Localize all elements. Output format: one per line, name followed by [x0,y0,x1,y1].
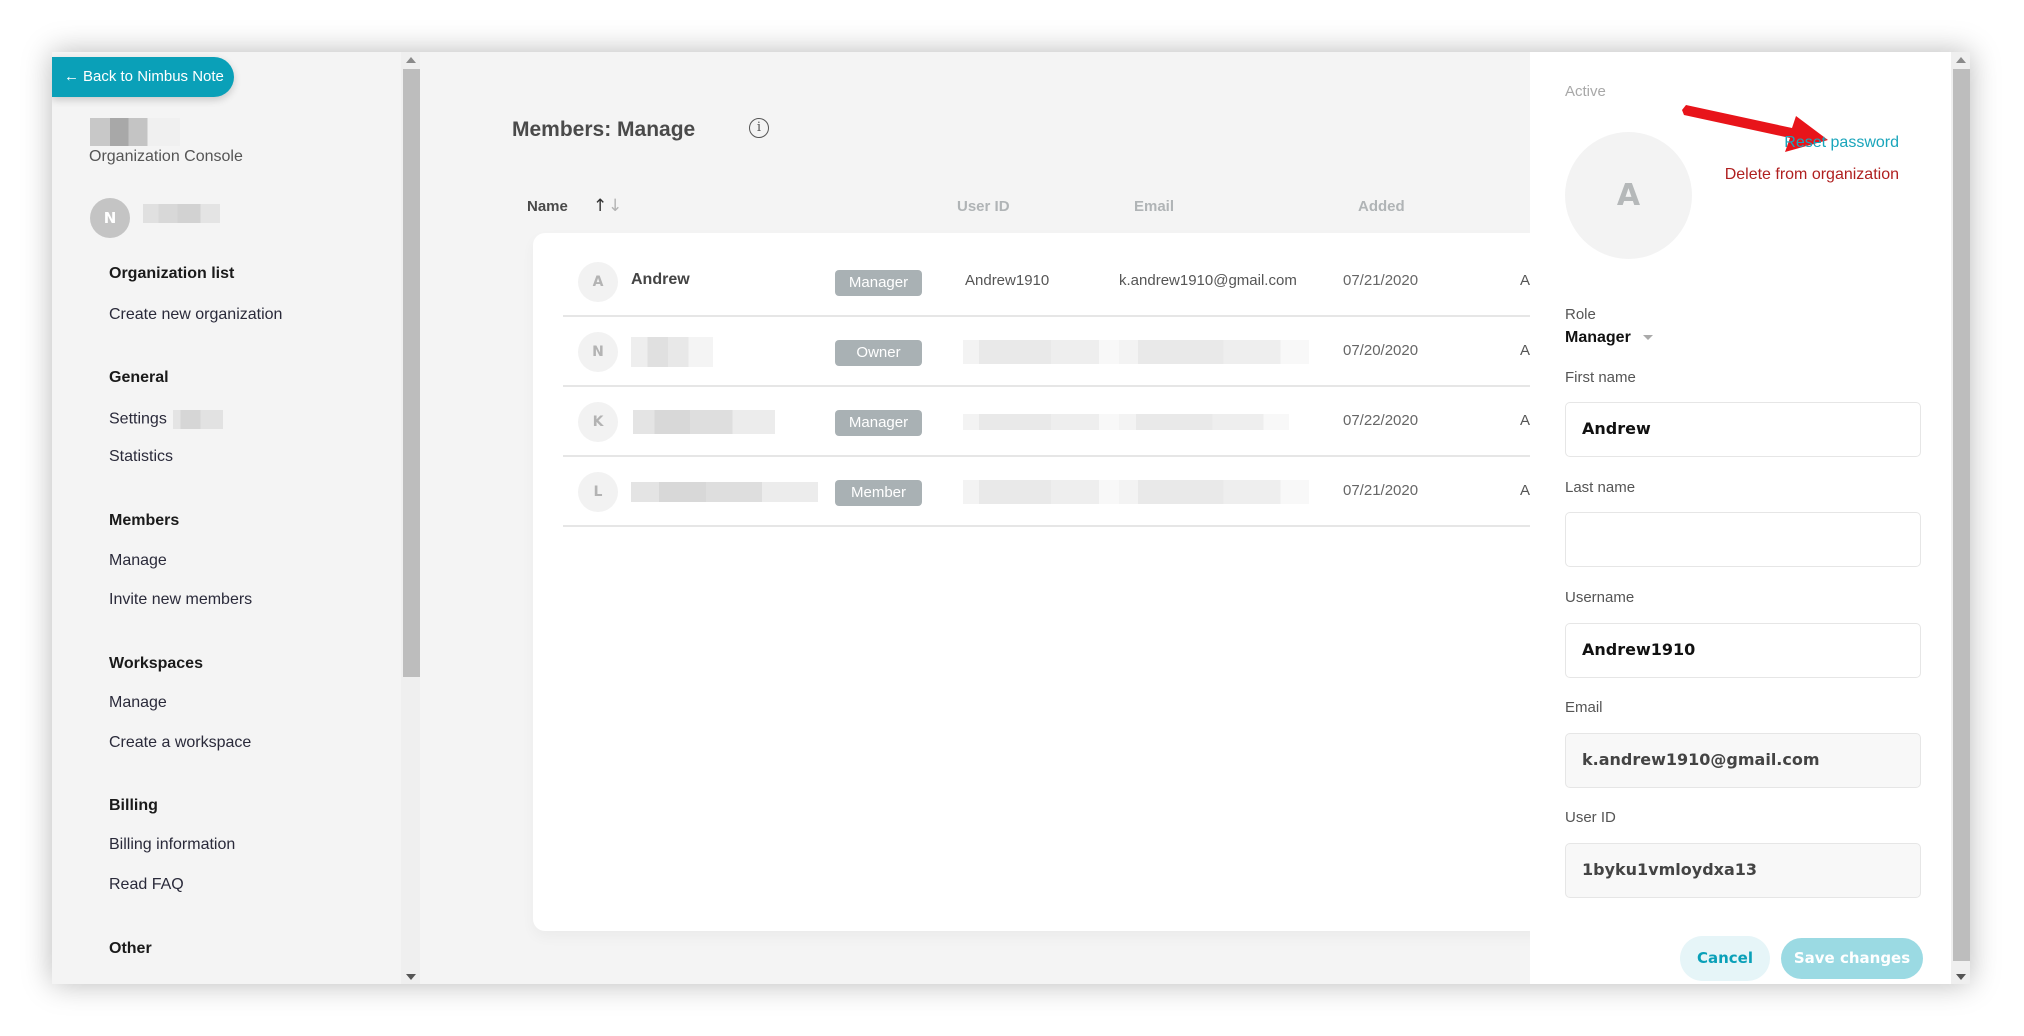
back-to-nimbus-note-button[interactable]: ← Back to Nimbus Note [52,57,234,97]
sort-ascending-icon[interactable]: ↑ [593,196,607,216]
user-id-field: 1byku1vmloydxa13 [1565,843,1921,898]
user-id-label: User ID [1565,809,1616,826]
member-email-redacted [1119,480,1309,504]
member-name-redacted [631,482,818,502]
role-dropdown-value: Manager [1565,329,1631,346]
main-content: Members: Manage i Name ↑ ↓ User ID Email… [420,52,1900,984]
user-avatar[interactable]: N [90,198,130,238]
nav-heading-workspaces: Workspaces [109,655,203,672]
table-row[interactable]: A Andrew Manager Andrew1910 k.andrew1910… [563,247,1643,317]
nav-item-settings[interactable]: Settings [109,410,223,429]
role-badge: Manager [835,410,922,436]
member-email-redacted [1119,340,1309,364]
member-user-id-redacted [963,480,1123,504]
last-name-label: Last name [1565,479,1636,496]
last-name-field[interactable] [1565,512,1921,567]
sidebar-scrollbar-thumb[interactable] [403,69,420,677]
table-row[interactable]: N Owner 07/20/2020 Active [563,317,1643,387]
role-label: Role [1565,306,1596,323]
user-name-redacted [143,204,220,223]
nav-item-billing-information[interactable]: Billing information [109,836,235,854]
column-header-email: Email [1134,198,1175,215]
username-field[interactable]: Andrew1910 [1565,623,1921,678]
member-added-date: 07/21/2020 [1343,482,1419,499]
nav-item-settings-label: Settings [109,410,167,428]
member-name: Andrew [631,271,690,288]
organization-console-label: Organization Console [89,148,243,165]
arrow-left-icon: ← [64,68,79,85]
email-label: Email [1565,699,1603,716]
member-email: k.andrew1910@gmail.com [1119,272,1297,289]
nav-item-workspaces-manage[interactable]: Manage [109,694,167,712]
table-row[interactable]: L Member 07/21/2020 Active [563,457,1643,527]
organization-logo [90,118,180,146]
nav-item-statistics[interactable]: Statistics [109,448,173,466]
nav-heading-members: Members [109,512,180,529]
scroll-down-icon[interactable] [406,974,416,980]
info-icon[interactable]: i [749,118,769,138]
settings-redacted [172,410,223,429]
member-avatar: N [578,332,618,372]
nav-heading-organization-list[interactable]: Organization list [109,265,234,283]
nav-heading-general: General [109,369,169,386]
member-avatar-large: A [1565,132,1692,259]
sidebar-scrollbar[interactable] [401,52,420,984]
scroll-up-icon[interactable] [1956,57,1966,63]
first-name-field[interactable]: Andrew [1565,402,1921,457]
member-avatar: A [578,262,618,302]
cancel-button[interactable]: Cancel [1680,936,1770,981]
members-table: A Andrew Manager Andrew1910 k.andrew1910… [533,233,1643,931]
member-avatar: K [578,402,618,442]
member-added-date: 07/20/2020 [1343,342,1419,359]
member-added-date: 07/21/2020 [1343,272,1419,289]
first-name-label: First name [1565,369,1636,386]
member-user-id-redacted [963,414,1123,430]
column-header-added: Added [1358,198,1405,215]
email-field: k.andrew1910@gmail.com [1565,733,1921,788]
scroll-down-icon[interactable] [1956,974,1966,980]
member-name-redacted [633,410,775,434]
nav-item-invite-new-members[interactable]: Invite new members [109,591,252,609]
member-status-label: Active [1565,83,1606,100]
save-changes-button[interactable]: Save changes [1781,938,1923,979]
delete-from-organization-link[interactable]: Delete from organization [1725,166,1899,184]
username-label: Username [1565,589,1635,606]
column-header-name[interactable]: Name [527,198,568,215]
panel-scrollbar-thumb[interactable] [1953,69,1970,961]
member-name-redacted [631,337,713,367]
reset-password-link[interactable]: Reset password [1784,134,1899,152]
sort-descending-icon[interactable]: ↓ [608,196,622,216]
role-badge: Member [835,480,922,506]
panel-scrollbar[interactable] [1951,52,1970,984]
member-details-panel: Active A Reset password Delete from orga… [1530,52,1951,984]
nav-item-read-faq[interactable]: Read FAQ [109,876,184,894]
nav-heading-other: Other [109,940,152,957]
member-user-id: Andrew1910 [965,272,1050,289]
member-added-date: 07/22/2020 [1343,412,1419,429]
table-row[interactable]: K Manager 07/22/2020 Active [563,387,1643,457]
role-badge: Owner [835,340,922,366]
scroll-up-icon[interactable] [406,57,416,63]
nav-heading-billing: Billing [109,797,158,814]
chevron-down-icon [1642,335,1653,341]
page-title: Members: Manage [512,118,696,141]
column-header-user-id: User ID [957,198,1010,215]
back-label: Back to Nimbus Note [83,68,224,85]
role-badge: Manager [835,270,922,296]
member-user-id-redacted [963,340,1123,364]
app-window: ← Back to Nimbus Note Organization Consol… [52,52,1970,984]
nav-item-create-new-organization[interactable]: Create new organization [109,306,282,324]
member-email-redacted [1119,414,1289,430]
nav-item-create-workspace[interactable]: Create a workspace [109,734,251,752]
role-dropdown[interactable]: Manager [1565,329,1653,347]
sidebar: ← Back to Nimbus Note Organization Consol… [52,52,420,984]
member-avatar: L [578,472,618,512]
nav-item-members-manage[interactable]: Manage [109,552,167,570]
